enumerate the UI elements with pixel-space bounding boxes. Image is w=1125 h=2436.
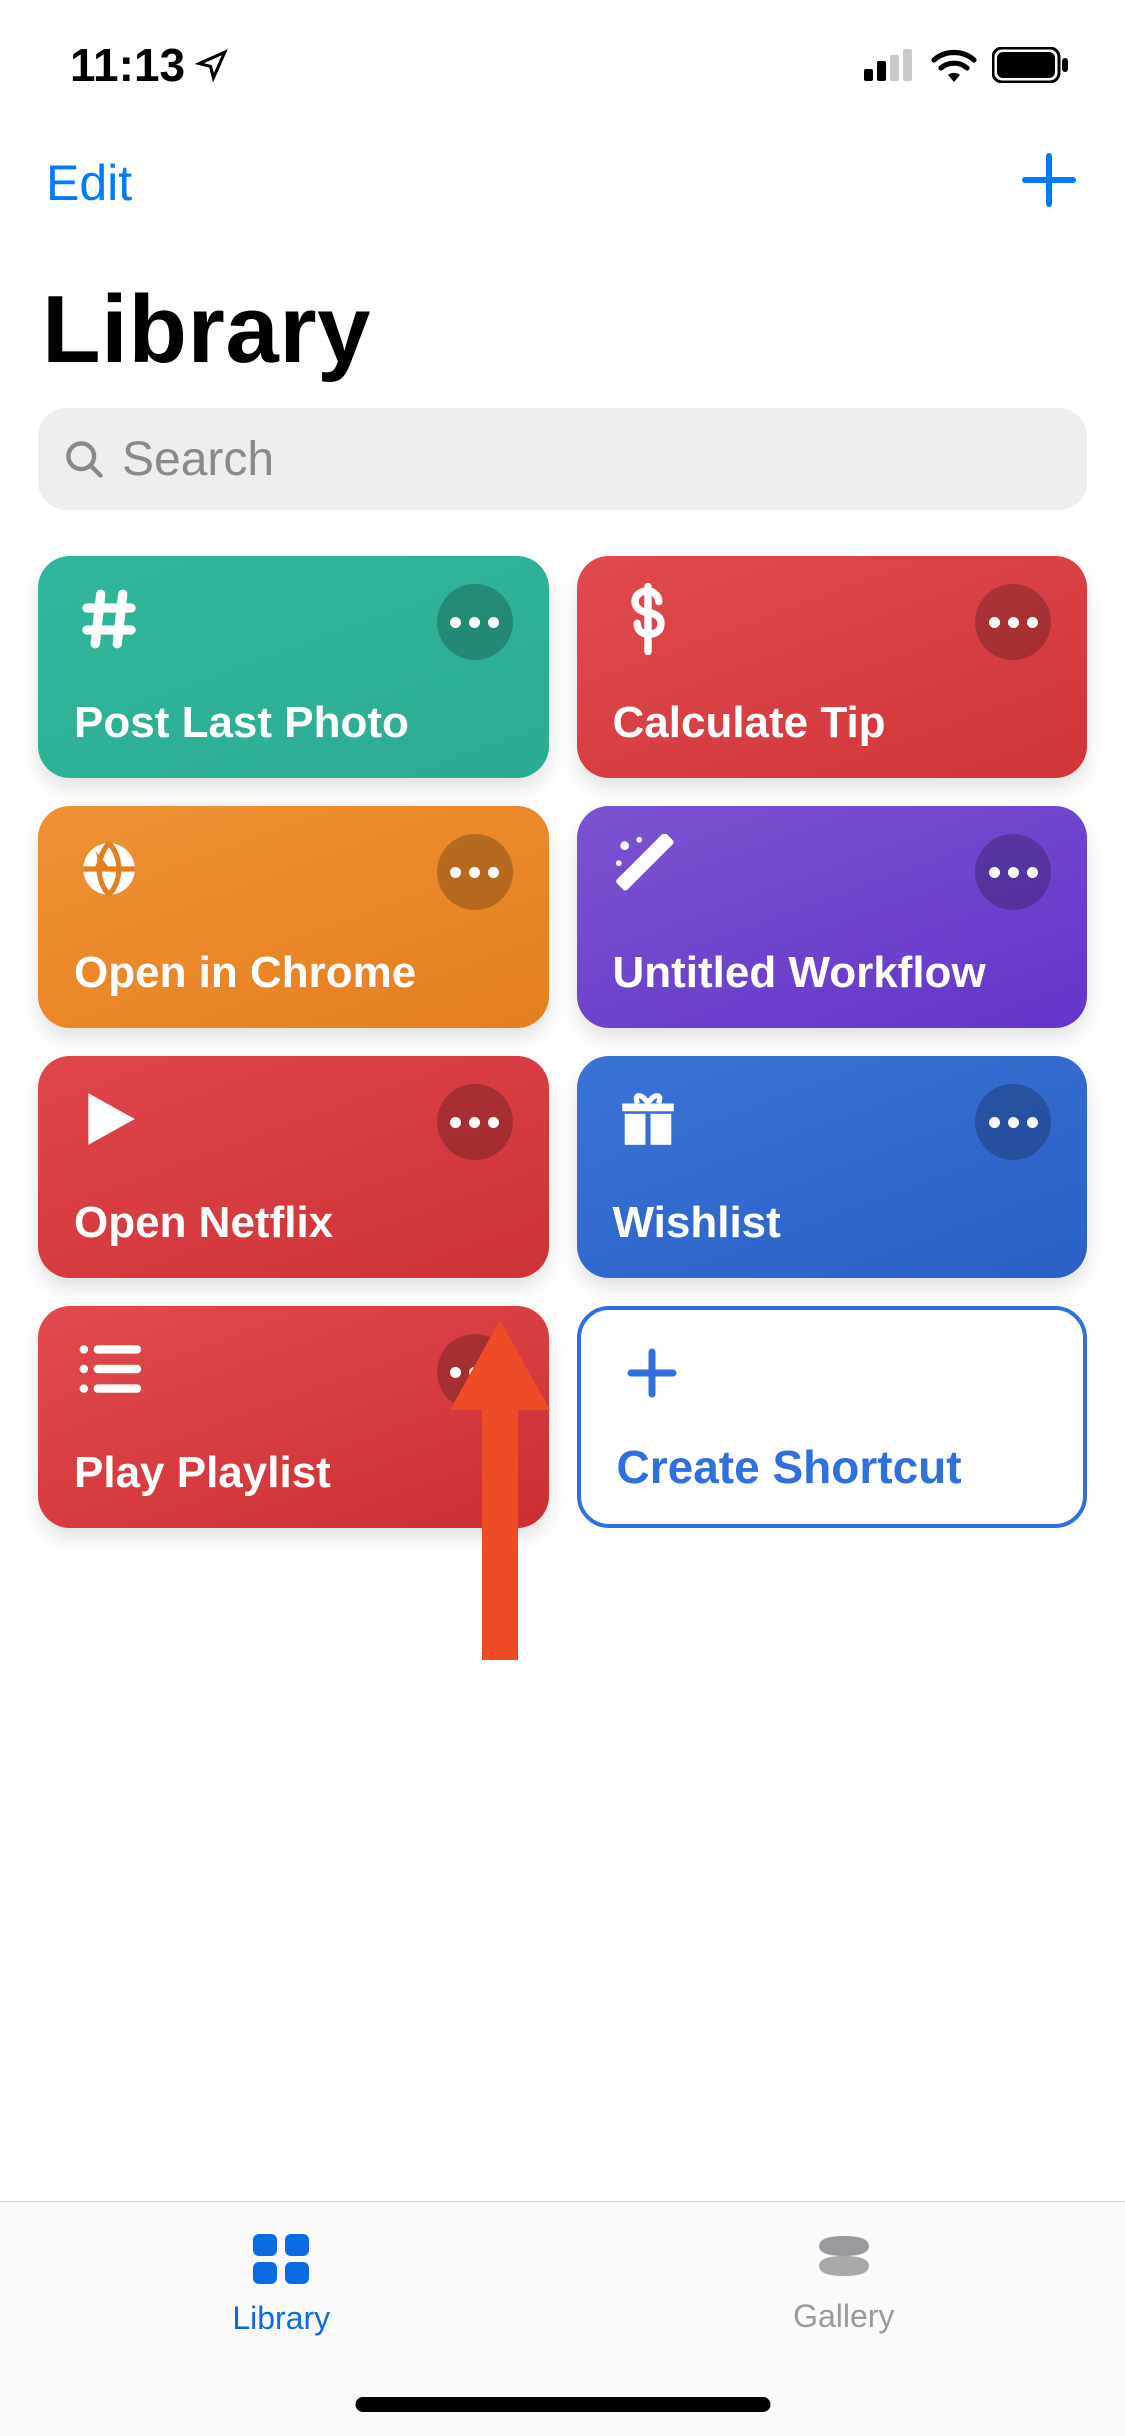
shortcut-tile[interactable]: Play Playlist — [38, 1306, 549, 1528]
more-button[interactable] — [437, 584, 513, 660]
battery-icon — [992, 47, 1070, 83]
more-button[interactable] — [437, 834, 513, 910]
library-tab-icon — [249, 2230, 313, 2288]
shortcut-tile[interactable]: Open in Chrome — [38, 806, 549, 1028]
wifi-icon — [930, 48, 978, 82]
status-bar: 11:13 — [0, 0, 1125, 130]
status-indicators — [864, 47, 1070, 83]
shortcut-label: Play Playlist — [74, 1448, 513, 1498]
edit-button[interactable]: Edit — [46, 154, 132, 212]
wand-icon — [613, 834, 683, 904]
shortcut-label: Untitled Workflow — [613, 948, 1052, 998]
gallery-tab-icon — [811, 2230, 877, 2286]
add-button[interactable] — [1019, 150, 1079, 215]
shortcut-grid: Post Last Photo Calculate Tip — [38, 556, 1087, 1528]
search-input[interactable] — [122, 432, 1063, 487]
cell-signal-icon — [864, 49, 916, 81]
shortcut-tile[interactable]: Post Last Photo — [38, 556, 549, 778]
list-icon — [74, 1334, 144, 1404]
play-icon — [74, 1084, 144, 1154]
create-shortcut-button[interactable]: Create Shortcut — [577, 1306, 1088, 1528]
status-time: 11:13 — [70, 38, 185, 92]
hash-icon — [74, 584, 144, 654]
shortcut-tile[interactable]: Wishlist — [577, 1056, 1088, 1278]
status-time-group: 11:13 — [70, 38, 229, 92]
search-icon — [62, 437, 106, 481]
shortcut-tile[interactable]: Untitled Workflow — [577, 806, 1088, 1028]
shortcut-tile[interactable]: Calculate Tip — [577, 556, 1088, 778]
location-icon — [195, 48, 229, 82]
tab-label: Gallery — [793, 2298, 894, 2335]
search-field[interactable] — [38, 408, 1087, 510]
shortcut-label: Open Netflix — [74, 1198, 513, 1248]
plus-icon — [617, 1338, 687, 1408]
more-button[interactable] — [975, 584, 1051, 660]
shortcut-label: Calculate Tip — [613, 698, 1052, 748]
gift-icon — [613, 1084, 683, 1154]
plus-icon — [1019, 150, 1079, 210]
tab-label: Library — [232, 2300, 330, 2337]
page-title: Library — [42, 275, 371, 385]
more-button[interactable] — [975, 834, 1051, 910]
create-shortcut-label: Create Shortcut — [617, 1440, 1048, 1494]
home-indicator[interactable] — [355, 2397, 770, 2412]
shortcut-tile[interactable]: Open Netflix — [38, 1056, 549, 1278]
shortcut-label: Open in Chrome — [74, 948, 513, 998]
more-button[interactable] — [975, 1084, 1051, 1160]
more-button[interactable] — [437, 1334, 513, 1410]
shortcut-label: Post Last Photo — [74, 698, 513, 748]
more-button[interactable] — [437, 1084, 513, 1160]
dollar-icon — [613, 584, 683, 654]
shortcut-label: Wishlist — [613, 1198, 1052, 1248]
nav-bar: Edit — [0, 150, 1125, 215]
globe-icon — [74, 834, 144, 904]
